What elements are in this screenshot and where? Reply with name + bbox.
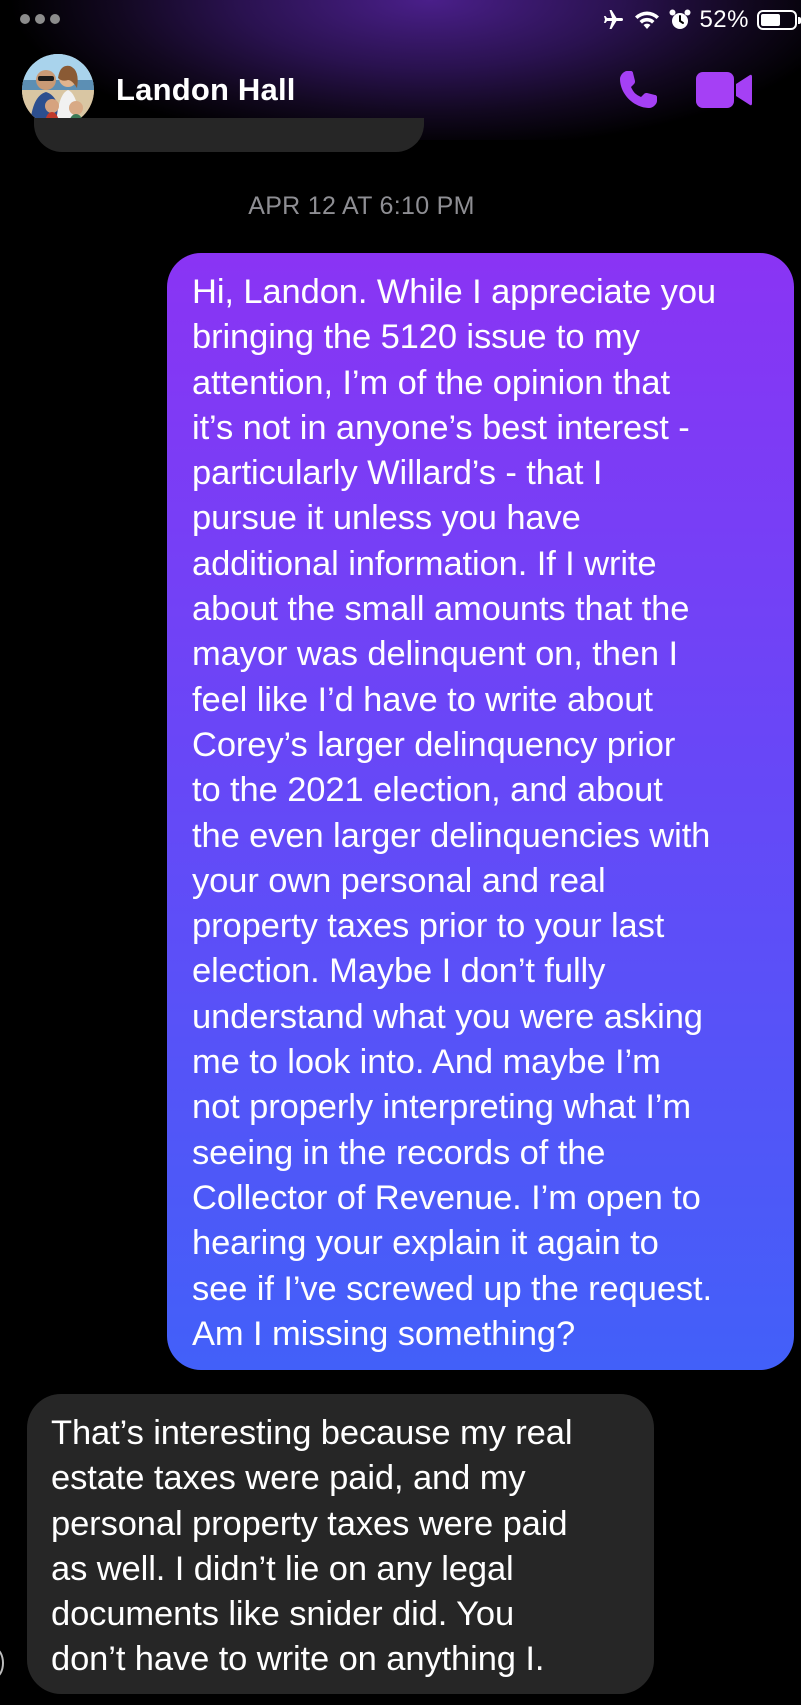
contact-avatar[interactable] [22, 54, 94, 126]
battery-icon [757, 10, 801, 30]
status-bar: 52% [0, 0, 801, 40]
battery-percent: 52% [699, 6, 749, 33]
received-message-bubble[interactable]: That’s interesting because my real estat… [27, 1394, 654, 1694]
wifi-icon [635, 11, 660, 29]
phone-call-icon[interactable] [614, 66, 662, 114]
message-timestamp: APR 12 AT 6:10 PM [248, 192, 475, 220]
received-message-text: That’s interesting because my real estat… [51, 1414, 573, 1679]
sent-message-text: Hi, Landon. While I appreciate you bring… [192, 273, 716, 1353]
airplane-icon [604, 10, 624, 29]
video-call-icon[interactable] [696, 70, 752, 110]
signal-dots-icon [20, 14, 60, 24]
alarm-icon [669, 9, 691, 29]
status-icons: 52% [601, 6, 801, 34]
sent-message-bubble[interactable]: Hi, Landon. While I appreciate you bring… [167, 253, 794, 1370]
contact-name[interactable]: Landon Hall [116, 72, 296, 108]
previous-message-bubble [34, 118, 424, 152]
sender-avatar-edge [0, 1648, 4, 1678]
